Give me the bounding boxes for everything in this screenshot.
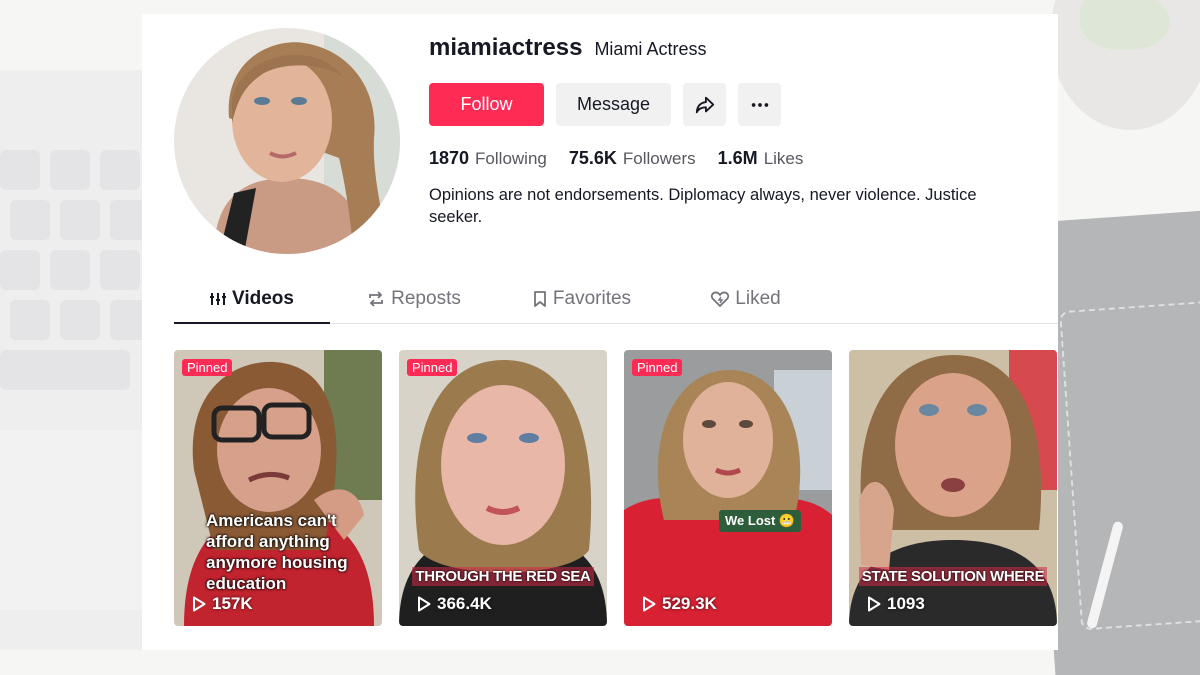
- profile-card: miamiactress Miami Actress Follow Messag…: [142, 14, 1058, 650]
- view-count-value: 529.3K: [662, 594, 717, 613]
- video-caption: STATE SOLUTION WHERE: [849, 567, 1057, 586]
- avatar[interactable]: [174, 28, 400, 254]
- bookmark-icon: [533, 288, 547, 310]
- more-button[interactable]: [738, 83, 781, 126]
- repost-icon: [367, 288, 385, 310]
- video-caption-text: THROUGH THE RED SEA: [412, 567, 594, 586]
- followers-count: 75.6K: [568, 148, 617, 168]
- share-arrow-icon: [695, 96, 714, 113]
- view-count: 1093: [867, 594, 925, 614]
- video-caption-text: STATE SOLUTION WHERE: [858, 567, 1048, 586]
- name-row: miamiactress Miami Actress: [429, 34, 1039, 62]
- pinned-badge: Pinned: [182, 359, 233, 376]
- tab-liked-label: Liked: [735, 288, 781, 309]
- follow-button[interactable]: Follow: [429, 83, 544, 126]
- view-count-value: 366.4K: [437, 594, 492, 613]
- profile-info: miamiactress Miami Actress Follow Messag…: [429, 34, 1039, 228]
- avatar-photo: [174, 28, 400, 254]
- stat-following[interactable]: 1870 Following: [429, 148, 547, 169]
- tab-reposts[interactable]: Reposts: [330, 282, 498, 324]
- video-card[interactable]: STATE SOLUTION WHERE 1093: [849, 350, 1057, 626]
- video-caption: THROUGH THE RED SEA: [399, 567, 607, 586]
- tab-liked[interactable]: Liked: [666, 282, 826, 324]
- view-count: 157K: [192, 594, 253, 614]
- play-icon: [418, 596, 431, 612]
- video-thumbnail: [624, 350, 832, 626]
- action-buttons: Follow Message: [429, 83, 1039, 126]
- video-caption: We Lost 😬: [719, 510, 802, 532]
- bio: Opinions are not endorsements. Diplomacy…: [429, 186, 977, 226]
- video-card[interactable]: Pinned Americans can't afford anything a…: [174, 350, 382, 626]
- view-count-value: 1093: [887, 594, 925, 613]
- video-card[interactable]: Pinned We Lost 😬 529.3K: [624, 350, 832, 626]
- message-button[interactable]: Message: [556, 83, 671, 126]
- following-count: 1870: [429, 148, 470, 168]
- play-icon: [193, 596, 206, 612]
- likes-label: Likes: [763, 149, 804, 168]
- stat-likes: 1.6M Likes: [718, 148, 804, 169]
- heart-outline-icon: [711, 288, 730, 310]
- following-label: Following: [475, 149, 547, 168]
- pinned-badge: Pinned: [407, 359, 458, 376]
- video-grid: Pinned Americans can't afford anything a…: [174, 350, 1057, 626]
- tab-videos-label: Videos: [232, 288, 294, 309]
- tab-reposts-label: Reposts: [391, 288, 461, 309]
- view-count: 529.3K: [642, 594, 717, 614]
- video-caption: Americans can't afford anything anymore …: [206, 511, 348, 593]
- play-icon: [643, 596, 656, 612]
- view-count-value: 157K: [212, 594, 253, 613]
- nickname: Miami Actress: [594, 39, 707, 59]
- stat-followers[interactable]: 75.6K Followers: [569, 148, 696, 169]
- grid-bars-icon: [210, 288, 227, 310]
- profile-stats: 1870 Following 75.6K Followers 1.6M Likes: [429, 148, 1039, 169]
- tab-favorites-label: Favorites: [552, 288, 632, 309]
- video-card[interactable]: Pinned THROUGH THE RED SEA 366.4K: [399, 350, 607, 626]
- tab-videos[interactable]: Videos: [174, 282, 330, 324]
- tab-favorites[interactable]: Favorites: [498, 282, 666, 324]
- pinned-badge: Pinned: [632, 359, 683, 376]
- profile-tabs: Videos Reposts Favorites Liked: [174, 282, 1058, 324]
- followers-label: Followers: [622, 149, 696, 168]
- play-icon: [868, 596, 881, 612]
- share-button[interactable]: [683, 83, 726, 126]
- likes-count: 1.6M: [717, 148, 758, 168]
- username: miamiactress: [429, 34, 583, 61]
- more-dots-icon: [751, 102, 768, 107]
- view-count: 366.4K: [417, 594, 492, 614]
